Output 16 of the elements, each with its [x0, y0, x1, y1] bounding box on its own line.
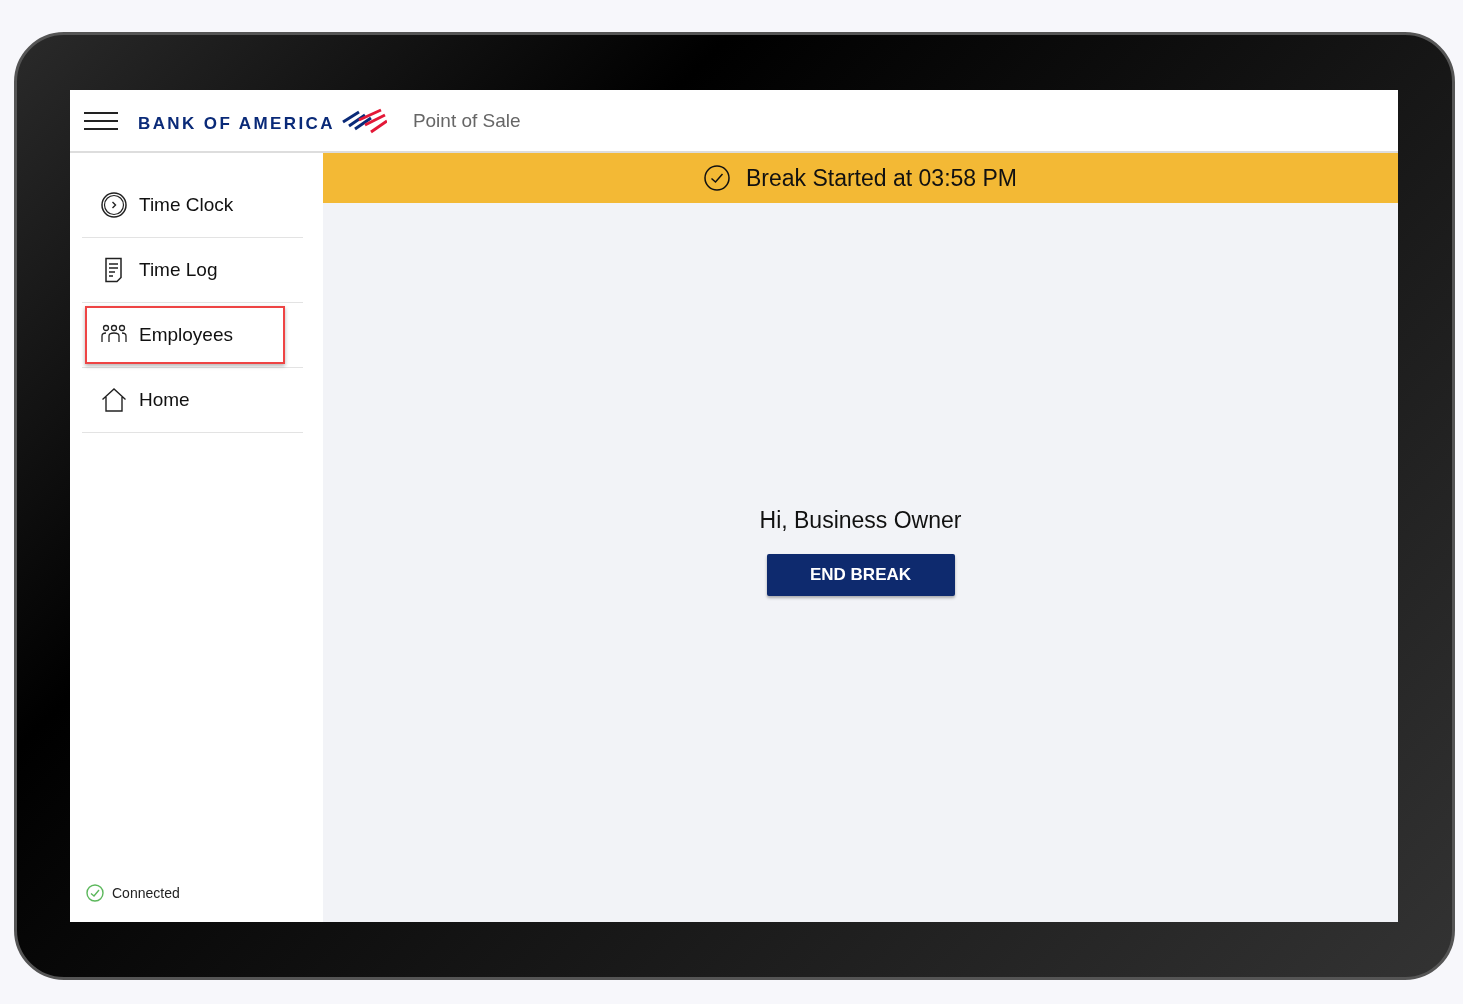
sidebar-item[interactable]: Time Log — [85, 241, 234, 299]
end-break-button[interactable]: END BREAK — [766, 554, 955, 596]
brand-name: BANK OF AMERICA — [138, 113, 335, 134]
banner-text: Break Started at 03:58 PM — [745, 164, 1017, 192]
greeting: Hi, Business Owner — [759, 507, 962, 534]
sidebar-item[interactable]: Home — [85, 371, 206, 429]
sidebar-item[interactable]: Employees — [85, 306, 285, 364]
sidebar-item[interactable]: Time Clock — [85, 176, 250, 234]
check-circle-icon — [703, 165, 730, 191]
clock-icon — [101, 192, 127, 218]
app-title: Point of Sale — [412, 109, 521, 132]
flag-logo-icon — [340, 107, 387, 134]
menu-icon[interactable] — [84, 111, 118, 130]
check-circle-icon — [86, 884, 104, 902]
connection-status: Connected — [112, 885, 180, 901]
home-icon — [101, 387, 127, 413]
